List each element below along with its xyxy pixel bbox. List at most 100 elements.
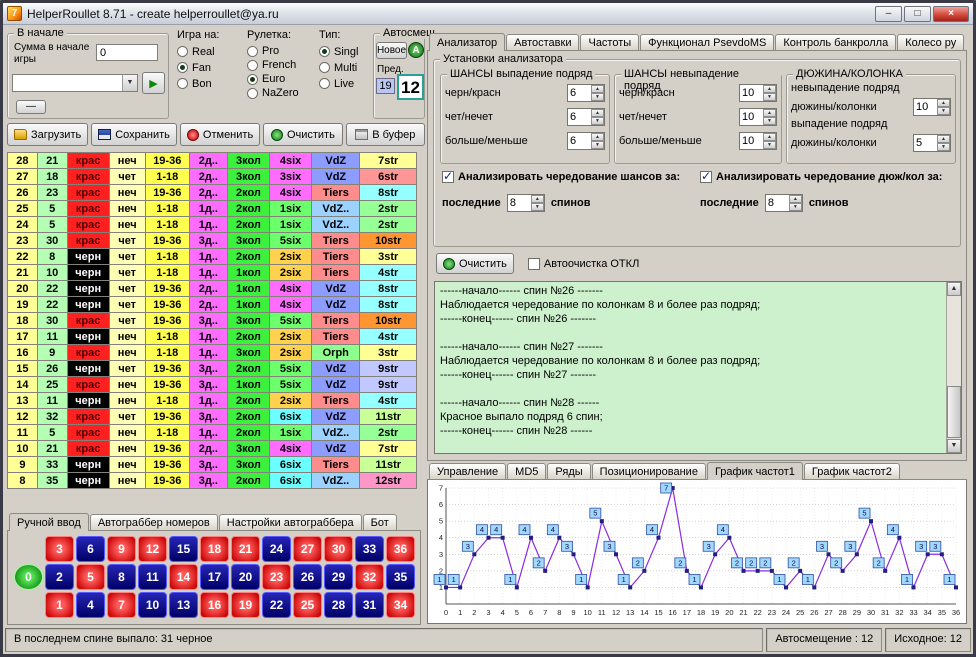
spin-up-icon[interactable]: ▲ [937,99,950,107]
type-option-live[interactable]: Live [319,76,373,91]
save-button[interactable]: Сохранить [91,123,177,146]
board-number-28[interactable]: 28 [324,592,353,618]
board-number-25[interactable]: 25 [293,592,322,618]
spin-down-icon[interactable]: ▼ [591,93,604,101]
spin-up-icon[interactable]: ▲ [591,133,604,141]
spinner[interactable]: 10▲▼ [739,84,777,102]
board-number-33[interactable]: 33 [355,536,384,562]
spinner[interactable]: 6▲▼ [567,132,605,150]
board-number-7[interactable]: 7 [107,592,136,618]
chart-tab-5[interactable]: График частот1 [707,462,803,480]
chart-tab-1[interactable]: Управление [429,463,506,479]
board-number-29[interactable]: 29 [324,564,353,590]
board-number-31[interactable]: 31 [355,592,384,618]
board-number-3[interactable]: 3 [45,536,74,562]
board-number-19[interactable]: 19 [231,592,260,618]
main-tab-5[interactable]: Контроль банкролла [775,34,896,50]
main-tab-1[interactable]: Анализатор [429,33,505,51]
board-number-15[interactable]: 15 [169,536,198,562]
spin-down-icon[interactable]: ▼ [591,141,604,149]
spin-up-icon[interactable]: ▲ [763,133,776,141]
close-button[interactable]: × [933,6,969,22]
board-number-27[interactable]: 27 [293,536,322,562]
board-number-13[interactable]: 13 [169,592,198,618]
chart-tab-4[interactable]: Позиционирование [592,463,706,479]
titlebar[interactable]: 7 HelperRoullet 8.71 - create helperroul… [3,3,973,25]
alternation-checkbox-2[interactable]: Анализировать чередование дюж/кол за: [700,168,956,186]
board-number-5[interactable]: 5 [76,564,105,590]
board-number-1[interactable]: 1 [45,592,74,618]
spin-down-icon[interactable]: ▼ [591,117,604,125]
analyzer-log[interactable]: ------начало------ спин №26 -------Наблю… [435,282,946,453]
board-number-12[interactable]: 12 [138,536,167,562]
spinner[interactable]: 8▲▼ [507,194,545,212]
board-number-11[interactable]: 11 [138,564,167,590]
to-buffer-button[interactable]: В буфер [346,123,425,146]
scroll-up-icon[interactable]: ▲ [947,282,961,296]
spinner[interactable]: 6▲▼ [567,108,605,126]
board-number-18[interactable]: 18 [200,536,229,562]
input-tab-3[interactable]: Настройки автограббера [219,514,362,530]
minus-button[interactable]: — [16,100,46,114]
board-number-36[interactable]: 36 [386,536,415,562]
autoclear-checkbox[interactable]: Автоочистка ОТКЛ [528,258,639,270]
board-number-30[interactable]: 30 [324,536,353,562]
combo-dropdown-icon[interactable]: ▼ [122,75,137,91]
load-button[interactable]: Загрузить [7,123,88,146]
spin-up-icon[interactable]: ▲ [937,135,950,143]
board-number-4[interactable]: 4 [76,592,105,618]
board-number-0[interactable]: 0 [14,564,43,590]
roulette-option-pro[interactable]: Pro [247,44,317,58]
type-option-multi[interactable]: Multi [319,60,373,75]
scroll-down-icon[interactable]: ▼ [947,439,961,453]
scroll-track[interactable] [947,296,961,439]
sum-input[interactable] [96,44,158,61]
spin-down-icon[interactable]: ▼ [763,93,776,101]
new-button[interactable]: Новое [376,42,407,59]
board-number-14[interactable]: 14 [169,564,198,590]
play-button[interactable]: ▶ [142,72,165,94]
spin-down-icon[interactable]: ▼ [531,203,544,211]
board-number-23[interactable]: 23 [262,564,291,590]
roulette-option-euro[interactable]: Euro [247,72,317,86]
alternation-checkbox-1[interactable]: Анализировать чередование шансов за: [442,168,698,186]
history-combo[interactable]: ▼ [12,74,138,92]
autoshift-a-button[interactable]: A [408,42,424,58]
chart-tab-2[interactable]: MD5 [507,463,546,479]
clear-button[interactable]: Очистить [263,123,342,146]
spin-up-icon[interactable]: ▲ [789,195,802,203]
board-number-9[interactable]: 9 [107,536,136,562]
clear-analyzer-button[interactable]: Очистить [436,253,514,274]
input-tab-1[interactable]: Ручной ввод [9,513,89,531]
board-number-6[interactable]: 6 [76,536,105,562]
chart-tab-3[interactable]: Ряды [547,463,590,479]
type-option-singl[interactable]: Singl [319,44,373,59]
roulette-option-french[interactable]: French [247,58,317,72]
main-tab-2[interactable]: Автоставки [506,34,579,50]
board-number-22[interactable]: 22 [262,592,291,618]
spin-down-icon[interactable]: ▼ [789,203,802,211]
board-number-21[interactable]: 21 [231,536,260,562]
board-number-10[interactable]: 10 [138,592,167,618]
spinner[interactable]: 10▲▼ [913,98,951,116]
spin-down-icon[interactable]: ▼ [763,141,776,149]
main-tab-4[interactable]: Функционал PsevdoMS [640,34,774,50]
board-number-17[interactable]: 17 [200,564,229,590]
game-option-fan[interactable]: Fan [177,60,243,75]
board-number-24[interactable]: 24 [262,536,291,562]
maximize-button[interactable]: □ [904,6,931,22]
spin-down-icon[interactable]: ▼ [763,117,776,125]
spin-down-icon[interactable]: ▼ [937,143,950,151]
game-option-bon[interactable]: Bon [177,76,243,91]
spin-up-icon[interactable]: ▲ [531,195,544,203]
spin-up-icon[interactable]: ▲ [591,109,604,117]
board-number-32[interactable]: 32 [355,564,384,590]
input-tab-4[interactable]: Бот [363,514,397,530]
input-tab-2[interactable]: Автограббер номеров [90,514,218,530]
board-number-8[interactable]: 8 [107,564,136,590]
spinner[interactable]: 6▲▼ [567,84,605,102]
board-number-26[interactable]: 26 [293,564,322,590]
chart-tab-6[interactable]: График частот2 [804,463,900,479]
spinner[interactable]: 5▲▼ [913,134,951,152]
main-tab-6[interactable]: Колесо ру [897,34,964,50]
